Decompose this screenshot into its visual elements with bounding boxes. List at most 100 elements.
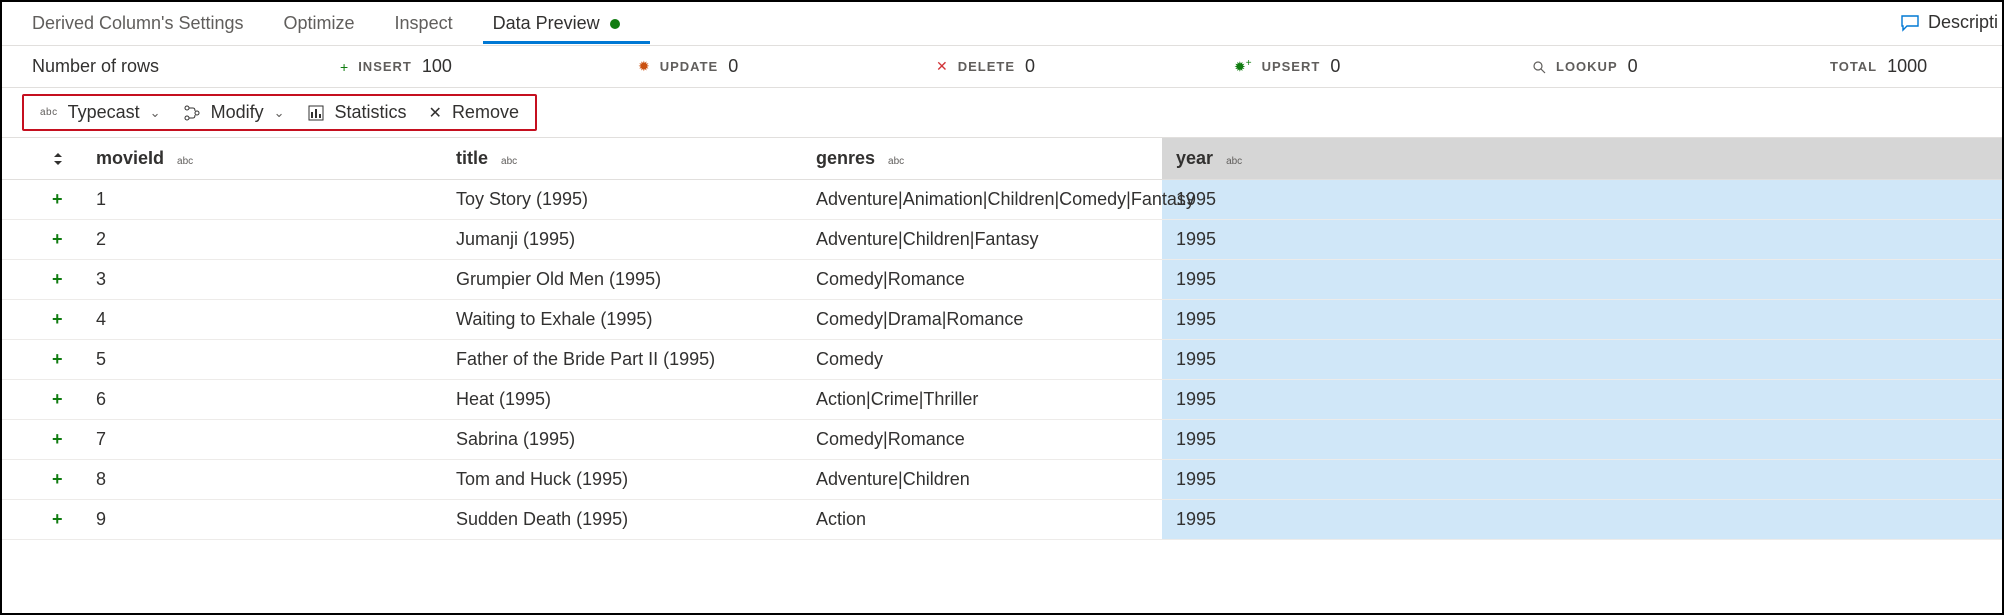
cell-movieId: 3 (82, 260, 442, 300)
table-row[interactable]: +9Sudden Death (1995)Action1995 (2, 500, 2002, 540)
expand-cell[interactable]: + (2, 180, 82, 220)
typecast-button[interactable]: abc Typecast ⌄ (40, 102, 161, 123)
expand-cell[interactable]: + (2, 220, 82, 260)
cell-title: Sabrina (1995) (442, 420, 802, 460)
tab-label: Optimize (284, 13, 355, 34)
column-header-title[interactable]: title abc (442, 138, 802, 180)
stat-name: UPDATE (660, 59, 718, 74)
cell-movieId: 8 (82, 460, 442, 500)
table-row[interactable]: +4Waiting to Exhale (1995)Comedy|Drama|R… (2, 300, 2002, 340)
cell-year: 1995 (1162, 420, 2002, 460)
type-badge: abc (888, 156, 904, 167)
cell-genres: Action|Crime|Thriller (802, 380, 1162, 420)
cell-year: 1995 (1162, 340, 2002, 380)
plus-icon: + (52, 309, 63, 329)
cell-title: Jumanji (1995) (442, 220, 802, 260)
plus-icon: + (52, 429, 63, 449)
cell-movieId: 4 (82, 300, 442, 340)
statistics-button[interactable]: Statistics (307, 102, 407, 123)
table-row[interactable]: +5Father of the Bride Part II (1995)Come… (2, 340, 2002, 380)
tab-inspect[interactable]: Inspect (385, 3, 483, 44)
table-row[interactable]: +1Toy Story (1995)Adventure|Animation|Ch… (2, 180, 2002, 220)
cell-movieId: 7 (82, 420, 442, 460)
table-row[interactable]: +7Sabrina (1995)Comedy|Romance1995 (2, 420, 2002, 460)
tab-label: Derived Column's Settings (32, 13, 244, 34)
cell-genres: Comedy|Romance (802, 420, 1162, 460)
cell-genres: Adventure|Animation|Children|Comedy|Fant… (802, 180, 1162, 220)
tab-optimize[interactable]: Optimize (274, 3, 385, 44)
cell-year: 1995 (1162, 180, 2002, 220)
modify-button[interactable]: Modify ⌄ (183, 102, 285, 123)
cell-title: Sudden Death (1995) (442, 500, 802, 540)
stat-value: 1000 (1887, 56, 1927, 77)
table-row[interactable]: +3Grumpier Old Men (1995)Comedy|Romance1… (2, 260, 2002, 300)
cell-year: 1995 (1162, 300, 2002, 340)
cell-year: 1995 (1162, 220, 2002, 260)
cell-title: Heat (1995) (442, 380, 802, 420)
table-row[interactable]: +6Heat (1995)Action|Crime|Thriller1995 (2, 380, 2002, 420)
rows-label: Number of rows (32, 56, 292, 77)
abc-icon: abc (40, 107, 58, 118)
statistics-label: Statistics (335, 102, 407, 123)
column-header-year[interactable]: year abc (1162, 138, 2002, 180)
cell-movieId: 9 (82, 500, 442, 540)
stat-value: 0 (1628, 56, 1638, 77)
cell-movieId: 1 (82, 180, 442, 220)
x-icon: ✕ (429, 103, 442, 123)
remove-button[interactable]: ✕ Remove (429, 102, 519, 123)
stat-name: TOTAL (1830, 59, 1877, 74)
cell-title: Tom and Huck (1995) (442, 460, 802, 500)
expand-cell[interactable]: + (2, 380, 82, 420)
stat-name: LOOKUP (1556, 59, 1618, 74)
chevron-down-icon: ⌄ (150, 105, 161, 121)
stat-name: INSERT (358, 59, 412, 74)
plus-icon: + (52, 229, 63, 249)
sort-icon (52, 152, 68, 166)
stat-value: 0 (1025, 56, 1035, 77)
expand-cell[interactable]: + (2, 460, 82, 500)
column-header-genres[interactable]: genres abc (802, 138, 1162, 180)
plus-icon: + (52, 509, 63, 529)
expand-cell[interactable]: + (2, 340, 82, 380)
stat-update: ✹ UPDATE 0 (638, 56, 888, 77)
tab-data-preview[interactable]: Data Preview (483, 3, 650, 44)
description-button[interactable]: Descripti (1900, 12, 1998, 33)
tab-derived-column-settings[interactable]: Derived Column's Settings (22, 3, 274, 44)
expand-cell[interactable]: + (2, 260, 82, 300)
plus-icon: + (340, 59, 348, 75)
stat-delete: ✕ DELETE 0 (936, 56, 1186, 77)
cell-year: 1995 (1162, 260, 2002, 300)
cell-genres: Adventure|Children|Fantasy (802, 220, 1162, 260)
sort-header[interactable] (2, 138, 82, 180)
sun-icon: ✹ (638, 58, 650, 75)
expand-cell[interactable]: + (2, 420, 82, 460)
search-icon (1532, 60, 1546, 74)
expand-cell[interactable]: + (2, 300, 82, 340)
stat-name: UPSERT (1262, 59, 1321, 74)
stats-bar: Number of rows + INSERT 100 ✹ UPDATE 0 ✕… (2, 46, 2002, 88)
branch-icon (183, 104, 201, 122)
tab-label: Data Preview (493, 13, 600, 34)
cell-title: Father of the Bride Part II (1995) (442, 340, 802, 380)
cell-genres: Comedy|Drama|Romance (802, 300, 1162, 340)
toolbar-wrap: abc Typecast ⌄ Modify ⌄ Statistics ✕ Rem… (2, 88, 2002, 137)
stat-name: DELETE (958, 59, 1015, 74)
type-badge: abc (501, 156, 517, 167)
plus-icon: + (52, 389, 63, 409)
toolbar-highlighted: abc Typecast ⌄ Modify ⌄ Statistics ✕ Rem… (22, 94, 537, 131)
type-badge: abc (1226, 156, 1242, 167)
chevron-down-icon: ⌄ (274, 105, 285, 121)
expand-cell[interactable]: + (2, 500, 82, 540)
column-header-movieId[interactable]: movieId abc (82, 138, 442, 180)
typecast-label: Typecast (68, 102, 140, 123)
cell-year: 1995 (1162, 380, 2002, 420)
bar-chart-icon (307, 104, 325, 122)
cell-title: Toy Story (1995) (442, 180, 802, 220)
cell-genres: Comedy|Romance (802, 260, 1162, 300)
cell-movieId: 6 (82, 380, 442, 420)
table-row[interactable]: +8Tom and Huck (1995)Adventure|Children1… (2, 460, 2002, 500)
stat-value: 0 (1330, 56, 1340, 77)
cell-genres: Comedy (802, 340, 1162, 380)
stat-insert: + INSERT 100 (340, 56, 590, 77)
table-row[interactable]: +2Jumanji (1995)Adventure|Children|Fanta… (2, 220, 2002, 260)
